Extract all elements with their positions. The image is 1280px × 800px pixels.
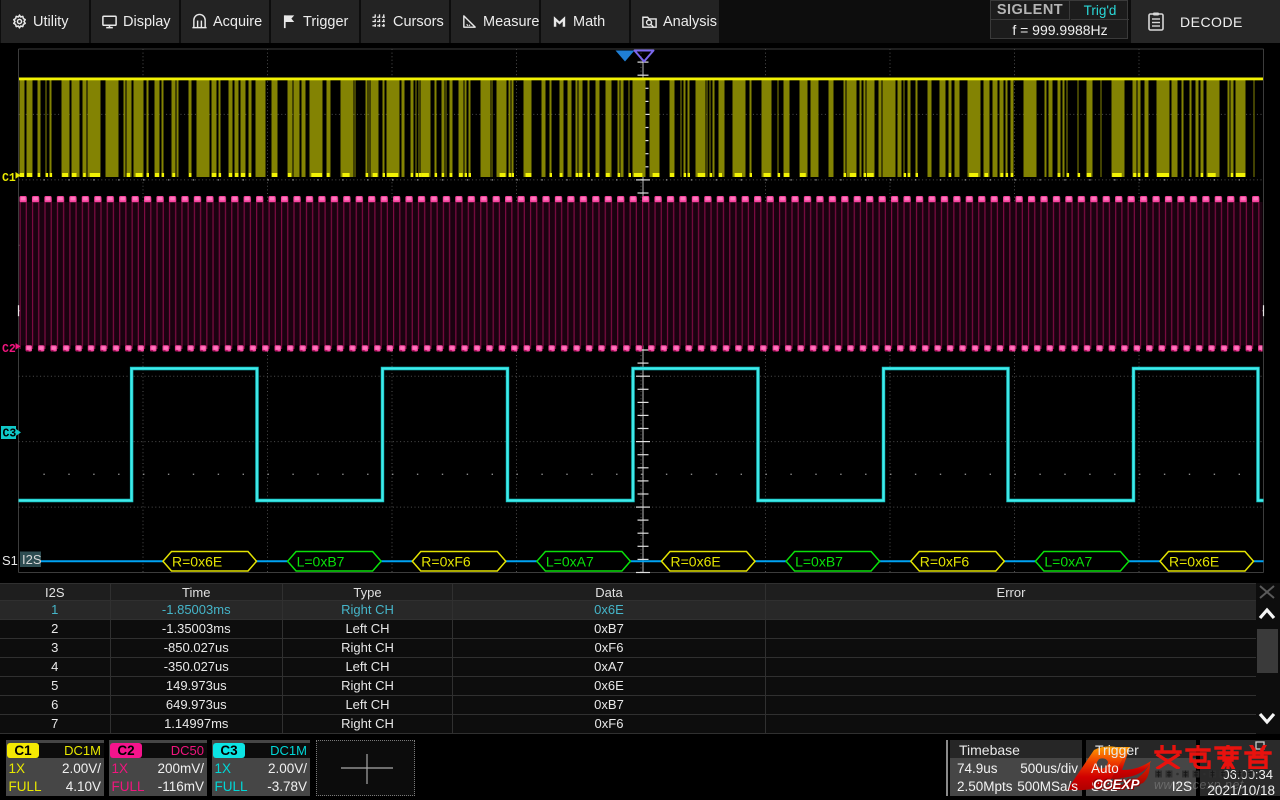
svg-text:L=0xA7: L=0xA7 [546, 553, 594, 569]
svg-text:R=0xF6: R=0xF6 [920, 553, 970, 569]
svg-text:R=0x6E: R=0x6E [1169, 553, 1219, 569]
svg-text:S1: S1 [2, 553, 18, 568]
svg-text:L=0xA7: L=0xA7 [1044, 553, 1092, 569]
svg-text:C1: C1 [2, 172, 16, 185]
svg-text:I2S: I2S [22, 552, 42, 567]
svg-text:R=0x6E: R=0x6E [671, 553, 721, 569]
svg-text:R=0xF6: R=0xF6 [421, 553, 471, 569]
svg-text:L=0xB7: L=0xB7 [795, 553, 843, 569]
svg-text:C2: C2 [2, 343, 16, 356]
svg-text:C3: C3 [3, 428, 17, 441]
svg-text:L=0xB7: L=0xB7 [297, 553, 345, 569]
svg-text:R=0x6E: R=0x6E [172, 553, 222, 569]
